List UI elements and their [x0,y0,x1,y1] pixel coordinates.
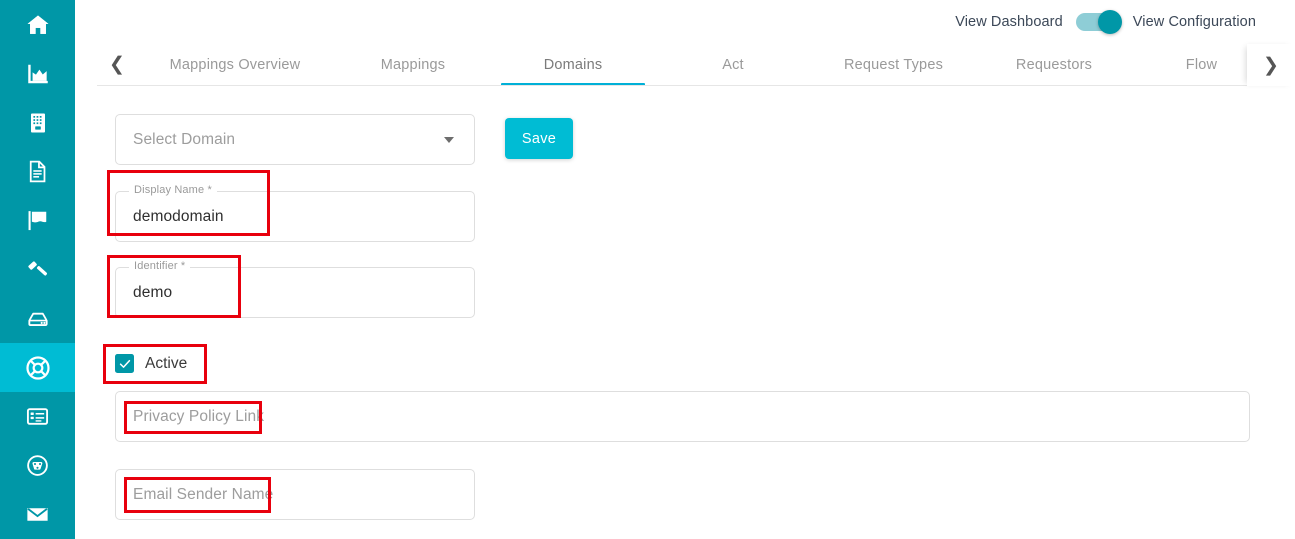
privacy-policy-link-placeholder: Privacy Policy Link [133,407,265,425]
list-card-icon [25,404,50,429]
tab-label: Domains [543,56,603,73]
tab-label: Mappings Overview [169,56,301,73]
active-checkbox-label: Active [145,354,188,372]
gavel-icon [25,257,51,283]
active-checkbox[interactable] [115,354,134,373]
tab-label: Request Types [843,56,944,73]
identifier-label: Identifier * [129,260,191,272]
save-button[interactable]: Save [505,118,573,159]
email-sender-name-field[interactable]: Email Sender Name [115,469,475,520]
chevron-left-icon[interactable]: ❮ [97,44,137,85]
tab-requestors[interactable]: Requestors [974,44,1134,85]
display-name-value: demodomain [133,207,224,225]
tab-label: Mappings [380,56,446,73]
tab-bar: ❮ Mappings Overview Mappings Domains Act… [97,44,1295,86]
sidebar-item-storage[interactable] [0,294,75,343]
chevron-right-icon[interactable]: ❯ [1247,44,1295,86]
check-icon [118,357,132,371]
app-root: View Dashboard View Configuration ❮ Mapp… [0,0,1295,539]
select-domain-placeholder: Select Domain [133,130,236,148]
identifier-field[interactable]: Identifier * demo [115,260,475,318]
compass-icon [25,453,50,478]
sidebar-item-analytics[interactable] [0,49,75,98]
building-icon [26,111,50,135]
home-icon [25,12,51,38]
tab-active-indicator [501,83,645,85]
database-icon [25,306,51,332]
tab-domains[interactable]: Domains [493,44,653,85]
sidebar-item-legal[interactable] [0,245,75,294]
identifier-value: demo [133,283,173,301]
chevron-down-icon[interactable] [444,136,454,143]
tab-act[interactable]: Act [653,44,813,85]
mail-icon [24,501,51,528]
sidebar [0,0,75,539]
view-configuration-label: View Configuration [1132,14,1256,30]
tab-mappings-overview[interactable]: Mappings Overview [137,44,333,85]
tab-mappings[interactable]: Mappings [333,44,493,85]
sidebar-item-discovery[interactable] [0,441,75,490]
tab-label: Act [722,56,744,73]
sidebar-item-documents[interactable] [0,147,75,196]
sidebar-item-mail[interactable] [0,490,75,539]
sidebar-item-flags[interactable] [0,196,75,245]
tab-list: Mappings Overview Mappings Domains Act R… [137,44,1295,85]
active-checkbox-row[interactable]: Active [115,354,187,373]
lifebuoy-icon [24,354,52,382]
sidebar-item-records[interactable] [0,392,75,441]
view-dashboard-label: View Dashboard [955,14,1063,30]
document-icon [25,159,50,184]
display-name-label: Display Name * [129,184,217,196]
tab-label: Flow [1185,56,1218,73]
analytics-icon [25,61,51,87]
domain-form: Select Domain Save Display Name * demodo… [75,86,1295,539]
email-sender-name-placeholder: Email Sender Name [133,485,274,503]
view-mode-switch-group: View Dashboard View Configuration [955,10,1256,34]
display-name-field[interactable]: Display Name * demodomain [115,184,475,242]
view-mode-toggle[interactable] [1075,10,1122,34]
privacy-policy-link-field[interactable]: Privacy Policy Link [115,391,1250,442]
tab-request-types[interactable]: Request Types [813,44,974,85]
sidebar-item-company[interactable] [0,98,75,147]
sidebar-item-home[interactable] [0,0,75,49]
top-bar: View Dashboard View Configuration [75,0,1295,44]
tab-label: Requestors [1015,56,1093,73]
sidebar-item-support[interactable] [0,343,75,392]
toggle-knob [1097,10,1122,34]
select-domain-field[interactable]: Select Domain [115,114,475,165]
flag-icon [25,208,50,233]
